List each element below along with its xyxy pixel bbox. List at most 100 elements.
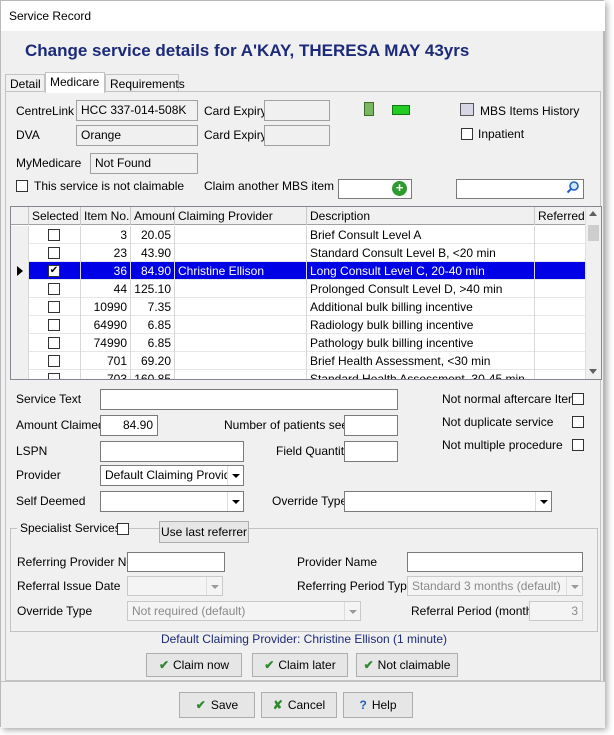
provider-select[interactable]: Default Claiming Provider [100,465,244,486]
chevron-down-icon[interactable] [206,577,222,595]
row-header[interactable] [11,298,29,316]
cell-description: Long Consult Level C, 20-40 min [307,262,535,280]
tab-medicare[interactable]: Medicare [45,72,105,93]
cell-referred [535,334,586,352]
chevron-down-icon[interactable] [566,577,582,595]
referral-issue-date-label: Referral Issue Date [17,579,121,593]
selected-cell[interactable] [29,370,81,379]
referring-provider-no-input[interactable] [127,552,225,572]
cancel-button[interactable]: ✘ Cancel [261,692,337,718]
provider-name-input[interactable] [407,552,583,572]
not-multiple-checkbox[interactable] [572,439,584,451]
tab-requirements[interactable]: Requirements [105,74,185,92]
specialist-services-checkbox[interactable] [117,523,129,535]
table-row[interactable]: 64990 6.85 Radiology bulk billing incentiv… [11,316,586,334]
save-button[interactable]: ✔ Save [179,692,255,718]
self-deemed-select[interactable] [100,491,244,512]
referral-period-input[interactable]: 3 [529,601,583,621]
row-header[interactable] [11,280,29,298]
cell-referred [535,316,586,334]
lspn-input[interactable] [100,441,244,462]
cell-item: 36 [81,262,131,280]
scroll-down-icon[interactable] [589,369,597,374]
grid-scrollbar[interactable] [585,207,601,379]
field-quantity-input[interactable] [344,441,398,462]
row-select-checkbox[interactable]: ✔ [48,265,60,277]
table-row[interactable]: 74990 6.85 Pathology bulk billing incentiv… [11,334,586,352]
dialog-footer: ✔ Save ✘ Cancel ? Help [1,681,605,728]
col-selected[interactable]: Selected [29,207,81,225]
search-input[interactable] [456,179,584,199]
cell-amount: 69.20 [131,352,175,370]
not-claimable-checkbox[interactable] [16,180,28,192]
not-normal-aftercare-checkbox[interactable] [572,393,584,405]
chevron-down-icon[interactable] [227,492,243,511]
row-select-checkbox[interactable] [48,283,60,295]
row-select-checkbox[interactable] [48,355,60,367]
tab-detail[interactable]: Detail [5,74,45,92]
claim-now-button[interactable]: ✔ Claim now [146,653,242,677]
scroll-thumb[interactable] [588,225,599,241]
row-select-checkbox[interactable] [48,301,60,313]
chevron-down-icon[interactable] [344,602,360,620]
mbs-history-link[interactable]: MBS Items History [480,104,579,118]
chevron-down-icon[interactable] [227,466,243,485]
patients-seen-input[interactable] [344,415,398,436]
row-select-checkbox[interactable] [48,337,60,349]
row-header[interactable] [11,226,29,244]
claim-later-button[interactable]: ✔ Claim later [252,653,348,677]
inpatient-checkbox[interactable] [461,128,473,140]
row-select-checkbox[interactable] [48,373,60,379]
specialist-override-type-select[interactable]: Not required (default) [127,601,361,621]
selected-cell[interactable] [29,280,81,298]
row-select-checkbox[interactable] [48,319,60,331]
col-claiming-provider[interactable]: Claiming Provider [175,207,307,225]
table-row[interactable]: 701 69.20 Brief Health Assessment, <30 min [11,352,586,370]
add-icon[interactable]: + [392,181,407,196]
row-header[interactable] [11,244,29,262]
referral-issue-date-select[interactable] [127,576,223,596]
override-type-select[interactable] [344,491,552,512]
referring-period-type-select[interactable]: Standard 3 months (default) [407,576,583,596]
amount-claimed-input[interactable]: 84.90 [100,415,158,436]
row-select-checkbox[interactable] [48,247,60,259]
table-row[interactable]: 3 20.05 Brief Consult Level A [11,226,586,244]
row-header[interactable] [11,334,29,352]
cell-provider [175,334,307,352]
help-button[interactable]: ? Help [343,692,413,718]
col-referred[interactable]: Referred [535,207,586,225]
mbs-history-icon[interactable] [460,103,474,116]
table-row[interactable]: 703 160.85 Standard Health Assessment, 30-… [11,370,586,379]
selected-cell[interactable] [29,316,81,334]
not-claimable-button[interactable]: ✔ Not claimable [356,653,458,677]
selected-cell[interactable] [29,298,81,316]
search-icon[interactable] [566,180,580,194]
col-amount[interactable]: Amount [131,207,175,225]
dva-field: Orange [76,125,198,146]
selected-cell[interactable] [29,334,81,352]
selected-cell[interactable] [29,352,81,370]
green-card-icon[interactable] [392,105,410,115]
col-description[interactable]: Description [307,207,535,225]
cell-description: Additional bulk billing incentive [307,298,535,316]
chevron-down-icon[interactable] [535,492,551,511]
service-text-input[interactable] [100,389,398,410]
selected-cell[interactable] [29,226,81,244]
row-header[interactable] [11,352,29,370]
scroll-up-icon[interactable] [589,211,597,216]
table-row[interactable]: 23 43.90 Standard Consult Level B, <20 min [11,244,586,262]
table-row[interactable]: 10990 7.35 Additional bulk billing incenti… [11,298,586,316]
table-row[interactable]: ✔ 36 84.90 Christine Ellison Long Consult Le… [11,262,586,280]
card-icon[interactable] [364,102,374,116]
selected-cell[interactable]: ✔ [29,262,81,280]
selected-cell[interactable] [29,244,81,262]
col-item-no[interactable]: Item No. [81,207,131,225]
not-duplicate-checkbox[interactable] [572,416,584,428]
row-header[interactable] [11,370,29,379]
table-row[interactable]: 44 125.10 Prolonged Consult Level D, >40 m… [11,280,586,298]
use-last-referrer-button[interactable]: Use last referrer [159,521,249,543]
row-select-checkbox[interactable] [48,229,60,241]
row-header[interactable] [11,262,29,280]
cancel-label: Cancel [287,698,326,712]
row-header[interactable] [11,316,29,334]
